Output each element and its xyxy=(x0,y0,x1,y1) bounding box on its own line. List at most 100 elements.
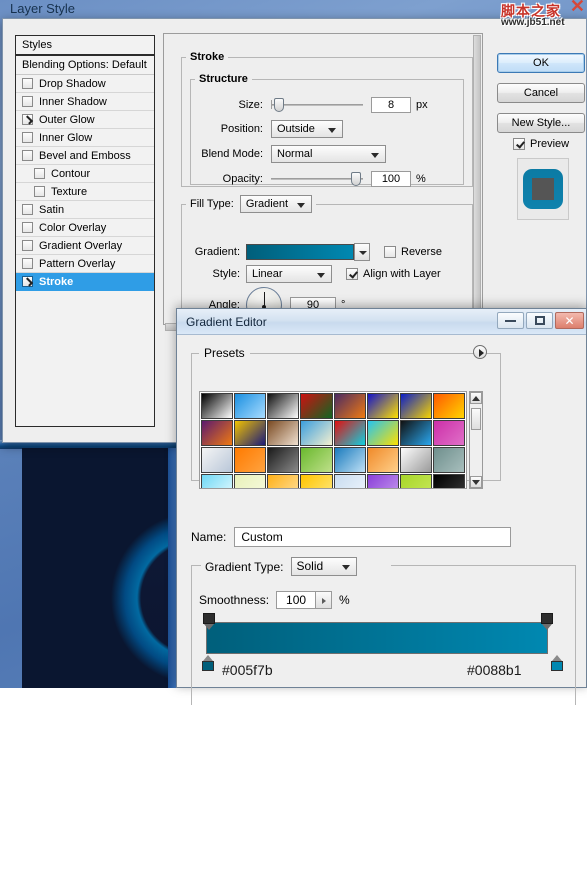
style-item-texture[interactable]: Texture xyxy=(16,183,154,201)
color-stop-right[interactable] xyxy=(551,655,563,671)
preset-swatch[interactable] xyxy=(234,474,266,489)
presets-scrollbar[interactable] xyxy=(469,391,483,489)
smoothness-spinner[interactable] xyxy=(316,591,332,609)
style-item-checkbox[interactable] xyxy=(22,150,33,161)
preset-swatch[interactable] xyxy=(234,393,266,419)
style-item-checkbox[interactable] xyxy=(22,132,33,143)
scroll-down-arrow-icon[interactable] xyxy=(470,476,482,488)
preset-swatch[interactable] xyxy=(367,393,399,419)
layer-style-vertical-scrollbar[interactable] xyxy=(473,35,481,323)
style-item-pattern-overlay[interactable]: Pattern Overlay xyxy=(16,255,154,273)
style-item-inner-glow[interactable]: Inner Glow xyxy=(16,129,154,147)
gradient-preview-bar[interactable] xyxy=(246,244,354,260)
preset-swatch[interactable] xyxy=(334,447,366,473)
style-item-checkbox[interactable] xyxy=(34,186,45,197)
style-item-contour[interactable]: Contour xyxy=(16,165,154,183)
preset-swatch[interactable] xyxy=(300,474,332,489)
preset-swatch[interactable] xyxy=(367,474,399,489)
preset-swatch[interactable] xyxy=(433,447,465,473)
size-input[interactable]: 8 xyxy=(371,97,411,113)
maximize-glyph xyxy=(535,316,545,325)
opacity-slider-knob[interactable] xyxy=(351,172,361,186)
preset-swatch[interactable] xyxy=(433,420,465,446)
style-item-stroke[interactable]: Stroke xyxy=(16,273,154,291)
preset-swatch[interactable] xyxy=(334,420,366,446)
style-item-gradient-overlay[interactable]: Gradient Overlay xyxy=(16,237,154,255)
scroll-up-arrow-icon[interactable] xyxy=(470,392,482,404)
preset-swatch[interactable] xyxy=(400,474,432,489)
preset-swatch[interactable] xyxy=(201,420,233,446)
preset-swatch[interactable] xyxy=(234,447,266,473)
new-style-button[interactable]: New Style... xyxy=(497,113,585,133)
opacity-slider[interactable] xyxy=(271,172,363,186)
style-item-color-overlay[interactable]: Color Overlay xyxy=(16,219,154,237)
color-stop-left[interactable] xyxy=(202,655,214,671)
size-slider-knob[interactable] xyxy=(274,98,284,112)
close-icon[interactable]: ✕ xyxy=(555,312,584,329)
blending-options-row[interactable]: Blending Options: Default xyxy=(16,56,154,75)
fill-type-select[interactable]: Gradient xyxy=(240,195,312,213)
preset-swatch[interactable] xyxy=(201,393,233,419)
reverse-checkbox[interactable] xyxy=(384,246,396,258)
preset-swatch[interactable] xyxy=(400,393,432,419)
gradient-dropdown-button[interactable] xyxy=(354,243,370,261)
preset-swatch[interactable] xyxy=(300,420,332,446)
style-item-outer-glow[interactable]: Outer Glow xyxy=(16,111,154,129)
preset-swatch[interactable] xyxy=(267,447,299,473)
preset-swatch[interactable] xyxy=(334,393,366,419)
style-item-checkbox[interactable] xyxy=(22,258,33,269)
fill-type-label: Fill Type: xyxy=(190,198,234,210)
maximize-icon[interactable] xyxy=(526,312,553,329)
preset-swatch[interactable] xyxy=(433,393,465,419)
preset-swatch[interactable] xyxy=(367,447,399,473)
opacity-input[interactable]: 100 xyxy=(371,171,411,187)
style-item-checkbox[interactable] xyxy=(22,114,33,125)
style-item-checkbox[interactable] xyxy=(22,78,33,89)
preset-swatch[interactable] xyxy=(267,420,299,446)
style-item-checkbox[interactable] xyxy=(34,168,45,179)
ok-button[interactable]: OK xyxy=(497,53,585,73)
smoothness-input[interactable]: 100 xyxy=(276,591,316,609)
cancel-button[interactable]: Cancel xyxy=(497,83,585,103)
position-select[interactable]: Outside xyxy=(271,120,343,138)
preset-swatch[interactable] xyxy=(201,447,233,473)
style-item-checkbox[interactable] xyxy=(22,204,33,215)
style-item-inner-shadow[interactable]: Inner Shadow xyxy=(16,93,154,111)
preset-swatch[interactable] xyxy=(334,474,366,489)
opacity-stop-left[interactable] xyxy=(203,613,215,630)
opacity-stop-right[interactable] xyxy=(541,613,553,630)
preset-swatch[interactable] xyxy=(367,420,399,446)
preview-checkbox[interactable] xyxy=(513,138,525,150)
preset-swatch[interactable] xyxy=(300,393,332,419)
gradient-editor-titlebar[interactable]: Gradient Editor ✕ xyxy=(177,309,586,335)
blend-mode-select[interactable]: Normal xyxy=(271,145,386,163)
presets-swatch-panel[interactable] xyxy=(199,391,467,489)
styles-list[interactable]: Styles Blending Options: Default Drop Sh… xyxy=(15,35,155,427)
size-slider[interactable] xyxy=(271,98,363,112)
presets-menu-arrow-icon[interactable] xyxy=(473,345,487,359)
preset-swatch[interactable] xyxy=(433,474,465,489)
style-item-checkbox[interactable] xyxy=(22,222,33,233)
style-item-checkbox[interactable] xyxy=(22,240,33,251)
minimize-icon[interactable] xyxy=(497,312,524,329)
gradient-name-input[interactable]: Custom xyxy=(234,527,511,547)
preset-swatch[interactable] xyxy=(400,420,432,446)
presets-scrollbar-thumb[interactable] xyxy=(471,408,481,430)
style-item-drop-shadow[interactable]: Drop Shadow xyxy=(16,75,154,93)
preset-swatch[interactable] xyxy=(267,393,299,419)
presets-swatch-grid xyxy=(200,392,466,489)
align-with-layer-checkbox[interactable] xyxy=(346,268,358,280)
preset-swatch[interactable] xyxy=(300,447,332,473)
preset-swatch[interactable] xyxy=(234,420,266,446)
gradient-type-select[interactable]: Solid xyxy=(291,557,357,576)
gradient-ramp[interactable] xyxy=(206,622,548,654)
style-select[interactable]: Linear xyxy=(246,265,332,283)
style-item-satin[interactable]: Satin xyxy=(16,201,154,219)
preset-swatch[interactable] xyxy=(201,474,233,489)
preset-swatch[interactable] xyxy=(400,447,432,473)
position-row: Position: Outside xyxy=(199,120,343,138)
style-item-bevel-and-emboss[interactable]: Bevel and Emboss xyxy=(16,147,154,165)
style-item-checkbox[interactable] xyxy=(22,276,33,287)
style-item-checkbox[interactable] xyxy=(22,96,33,107)
preset-swatch[interactable] xyxy=(267,474,299,489)
